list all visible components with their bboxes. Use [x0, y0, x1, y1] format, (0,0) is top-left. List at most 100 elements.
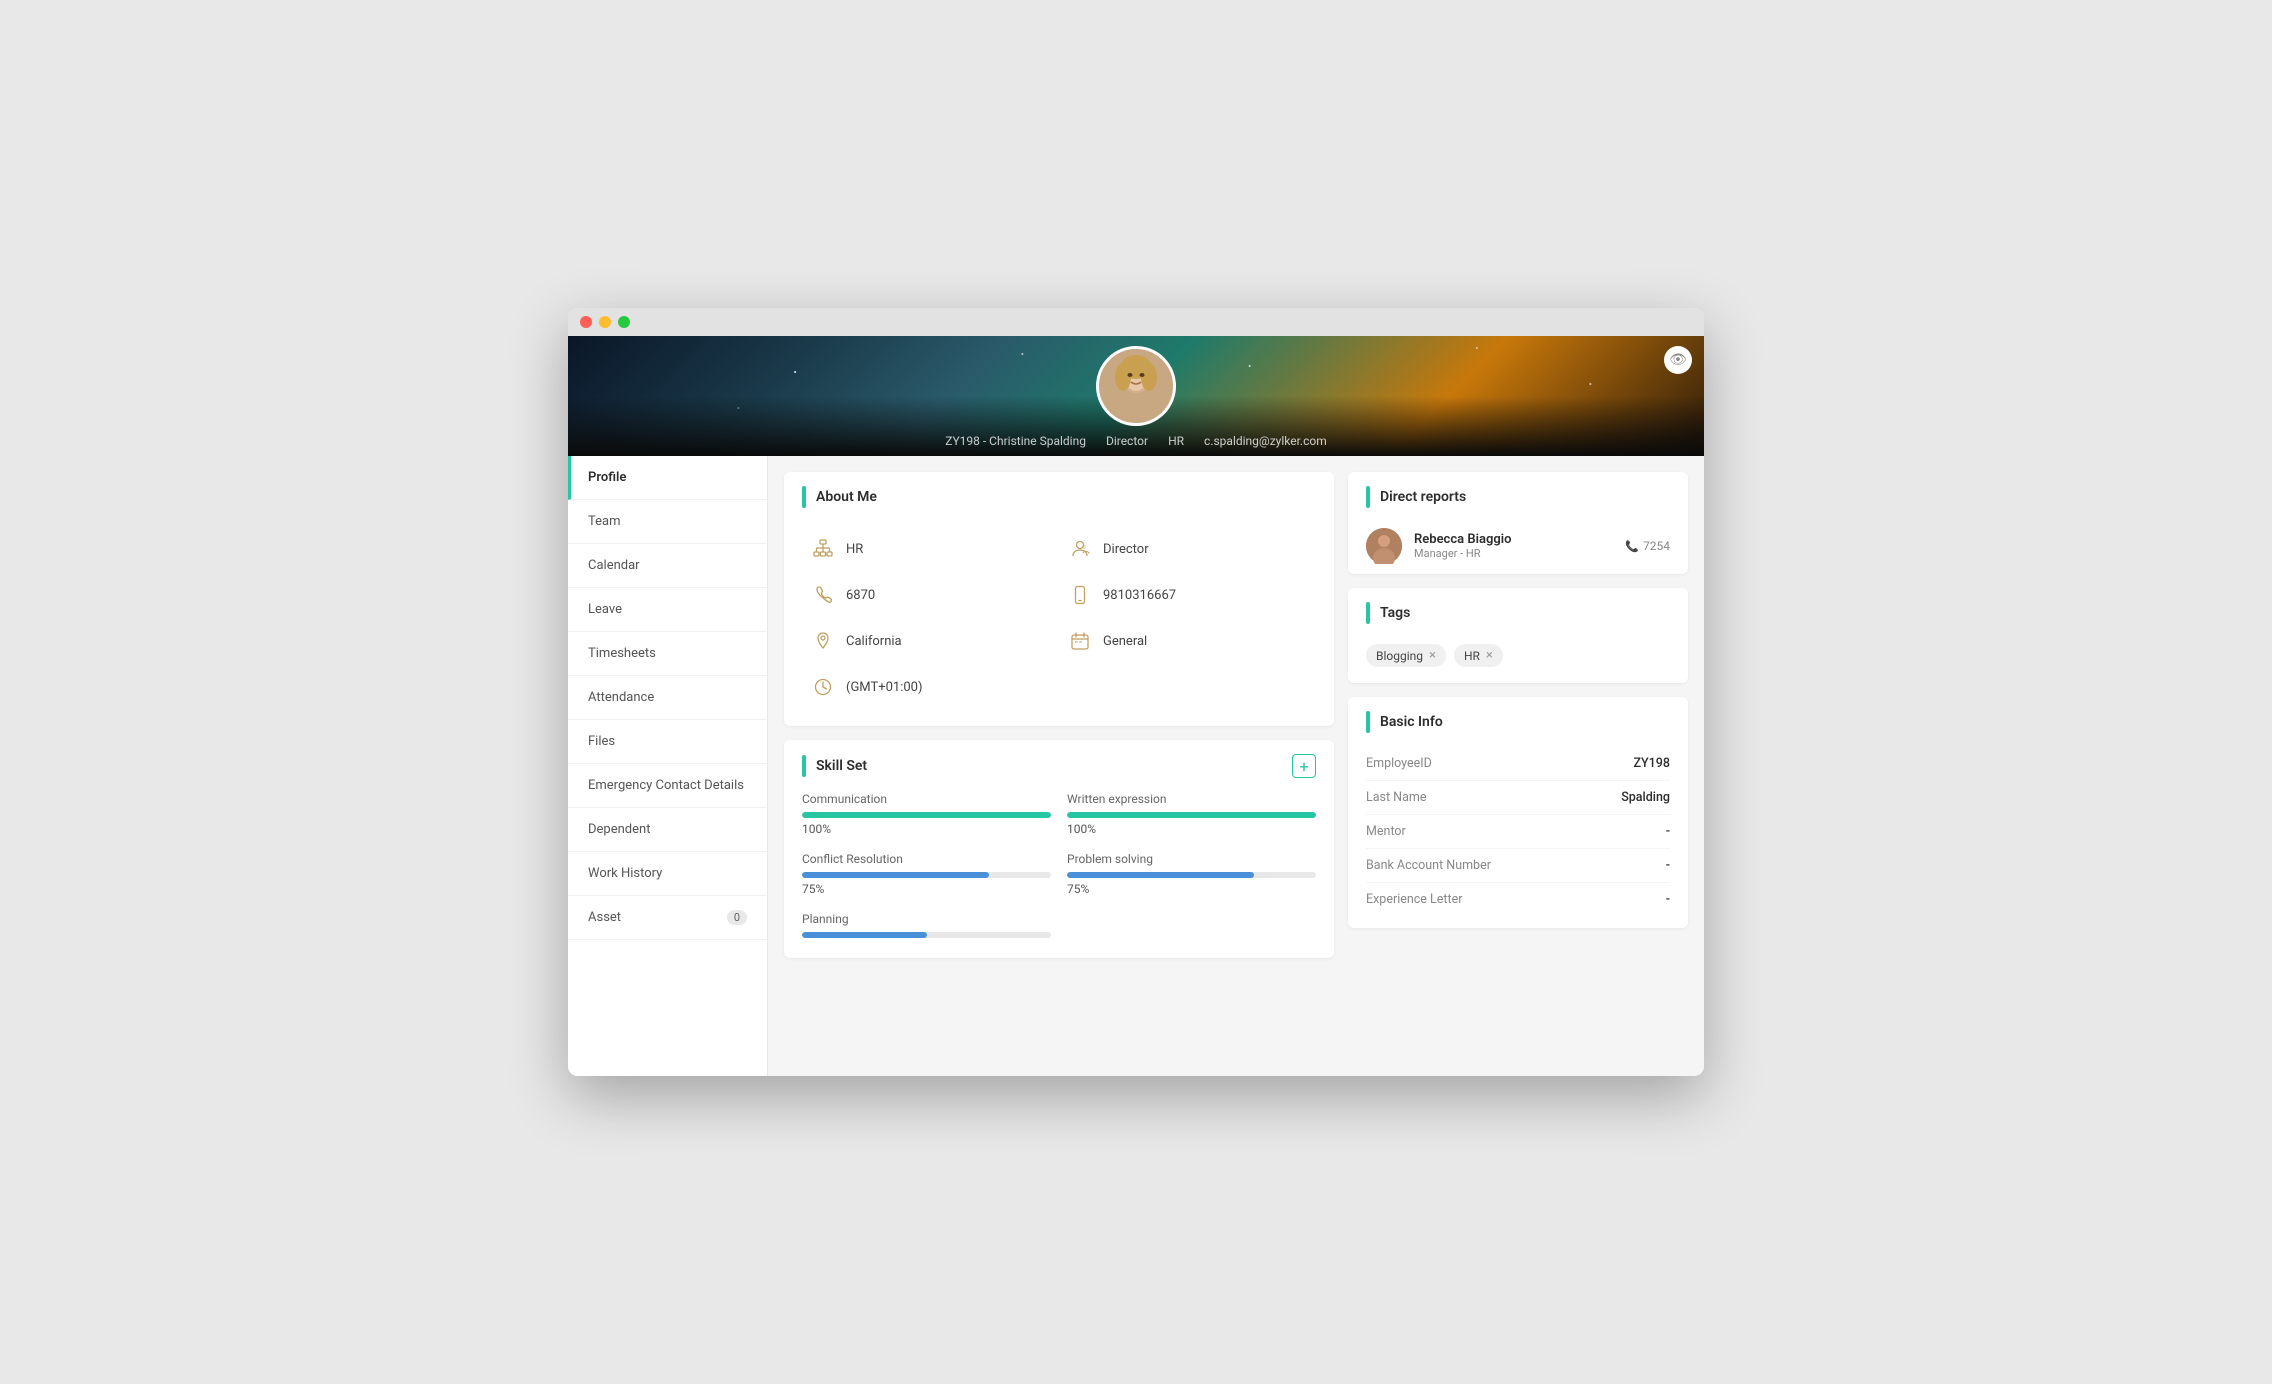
- about-me-header: About Me: [784, 472, 1334, 518]
- skill-problem-solving-percent: 75%: [1067, 882, 1316, 896]
- eye-icon: 👁: [1669, 352, 1687, 368]
- sidebar-label-work-history: Work History: [588, 866, 662, 881]
- sidebar-item-files[interactable]: Files: [568, 720, 767, 764]
- about-phone-value: 6870: [846, 588, 875, 603]
- avatar: [1096, 346, 1176, 426]
- skill-conflict-resolution-percent: 75%: [802, 882, 1051, 896]
- direct-reports-accent: [1366, 486, 1370, 508]
- sidebar-label-team: Team: [588, 514, 621, 529]
- report-name: Rebecca Biaggio: [1414, 532, 1613, 547]
- basic-info-bank-account: Bank Account Number -: [1366, 849, 1670, 883]
- tag-blogging-label: Blogging: [1376, 649, 1423, 663]
- sidebar-item-leave[interactable]: Leave: [568, 588, 767, 632]
- sidebar-label-emergency: Emergency Contact Details: [588, 778, 744, 793]
- value-employee-id: ZY198: [1634, 756, 1671, 771]
- about-department-value: HR: [846, 542, 863, 557]
- basic-info-accent: [1366, 711, 1370, 733]
- calendar-icon: [1069, 630, 1091, 652]
- about-timezone-value: (GMT+01:00): [846, 680, 923, 695]
- about-timezone: (GMT+01:00): [802, 664, 1059, 710]
- skill-written-expression-label: Written expression: [1067, 792, 1316, 806]
- sidebar-item-calendar[interactable]: Calendar: [568, 544, 767, 588]
- org-icon: [812, 538, 834, 560]
- tags-title: Tags: [1380, 605, 1410, 621]
- basic-info-mentor: Mentor -: [1366, 815, 1670, 849]
- asset-badge: 0: [727, 910, 747, 925]
- about-phone: 6870: [802, 572, 1059, 618]
- header-title: Director: [1106, 434, 1148, 448]
- employee-id-name: ZY198 - Christine Spalding: [945, 434, 1086, 448]
- skill-problem-solving: Problem solving 75%: [1067, 852, 1316, 896]
- sidebar-label-files: Files: [588, 734, 615, 749]
- basic-info-employee-id: EmployeeID ZY198: [1366, 747, 1670, 781]
- skill-written-expression-percent: 100%: [1067, 822, 1316, 836]
- right-column: Direct reports Rebecca Biaggio: [1348, 472, 1688, 1060]
- minimize-button[interactable]: [599, 316, 611, 328]
- sidebar-item-profile[interactable]: Profile: [568, 456, 767, 500]
- skill-planning-bar: [802, 932, 1051, 938]
- tag-hr-remove[interactable]: ×: [1486, 648, 1493, 663]
- basic-info-title: Basic Info: [1380, 714, 1443, 730]
- skill-problem-solving-bar: [1067, 872, 1316, 878]
- skill-communication-fill: [802, 812, 1051, 818]
- add-icon: +: [1299, 757, 1308, 776]
- about-me-card: About Me: [784, 472, 1334, 726]
- app-window: 👁 ZY198 - Christine Spalding Director HR…: [568, 308, 1704, 1076]
- phone-icon: [812, 584, 834, 606]
- tags-accent: [1366, 602, 1370, 624]
- header-info: ZY198 - Christine Spalding Director HR c…: [945, 434, 1326, 448]
- skill-set-card: Skill Set + Communication: [784, 740, 1334, 958]
- tag-hr: HR ×: [1454, 644, 1503, 667]
- basic-info-body: EmployeeID ZY198 Last Name Spalding Ment…: [1348, 743, 1688, 928]
- direct-reports-title: Direct reports: [1380, 489, 1466, 505]
- mobile-icon: [1069, 584, 1091, 606]
- sidebar-item-emergency[interactable]: Emergency Contact Details: [568, 764, 767, 808]
- phone-small-icon: 📞: [1625, 540, 1639, 553]
- skill-communication-percent: 100%: [802, 822, 1051, 836]
- skill-planning-fill: [802, 932, 927, 938]
- tags-header: Tags: [1348, 588, 1688, 634]
- skill-set-accent: [802, 755, 806, 777]
- maximize-button[interactable]: [618, 316, 630, 328]
- sidebar-label-attendance: Attendance: [588, 690, 654, 705]
- report-phone: 📞 7254: [1625, 539, 1670, 553]
- about-calendar-value: General: [1103, 634, 1147, 649]
- skill-communication-bar: [802, 812, 1051, 818]
- basic-info-experience-letter: Experience Letter -: [1366, 883, 1670, 916]
- value-experience-letter: -: [1666, 892, 1670, 907]
- sidebar-item-timesheets[interactable]: Timesheets: [568, 632, 767, 676]
- direct-reports-header: Direct reports: [1348, 472, 1688, 518]
- sidebar-item-attendance[interactable]: Attendance: [568, 676, 767, 720]
- report-phone-number: 7254: [1643, 539, 1670, 553]
- header-department: HR: [1168, 434, 1184, 448]
- skill-set-title: Skill Set: [816, 758, 867, 774]
- tag-blogging: Blogging ×: [1366, 644, 1446, 667]
- visibility-button[interactable]: 👁: [1664, 346, 1692, 374]
- header-email: c.spalding@zylker.com: [1204, 434, 1327, 448]
- sidebar-label-calendar: Calendar: [588, 558, 640, 573]
- report-role: Manager - HR: [1414, 547, 1613, 560]
- tags-card: Tags Blogging × HR ×: [1348, 588, 1688, 683]
- add-skill-button[interactable]: +: [1292, 754, 1316, 778]
- sidebar-item-team[interactable]: Team: [568, 500, 767, 544]
- close-button[interactable]: [580, 316, 592, 328]
- value-last-name: Spalding: [1621, 790, 1670, 805]
- clock-icon: [812, 676, 834, 698]
- about-location: California: [802, 618, 1059, 664]
- about-role-value: Director: [1103, 542, 1149, 557]
- skill-written-expression: Written expression 100%: [1067, 792, 1316, 836]
- about-me-title: About Me: [816, 489, 877, 505]
- sidebar-item-work-history[interactable]: Work History: [568, 852, 767, 896]
- sidebar-item-dependent[interactable]: Dependent: [568, 808, 767, 852]
- report-avatar: [1366, 528, 1402, 564]
- about-mobile-value: 9810316667: [1103, 588, 1176, 603]
- sidebar-label-asset: Asset: [588, 910, 621, 925]
- about-calendar: General: [1059, 618, 1316, 664]
- label-mentor: Mentor: [1366, 824, 1406, 839]
- basic-info-card: Basic Info EmployeeID ZY198 Last Name Sp…: [1348, 697, 1688, 928]
- sidebar-item-asset[interactable]: Asset 0: [568, 896, 767, 940]
- skill-communication-label: Communication: [802, 792, 1051, 806]
- skill-problem-solving-fill: [1067, 872, 1254, 878]
- tag-blogging-remove[interactable]: ×: [1429, 648, 1436, 663]
- titlebar: [568, 308, 1704, 336]
